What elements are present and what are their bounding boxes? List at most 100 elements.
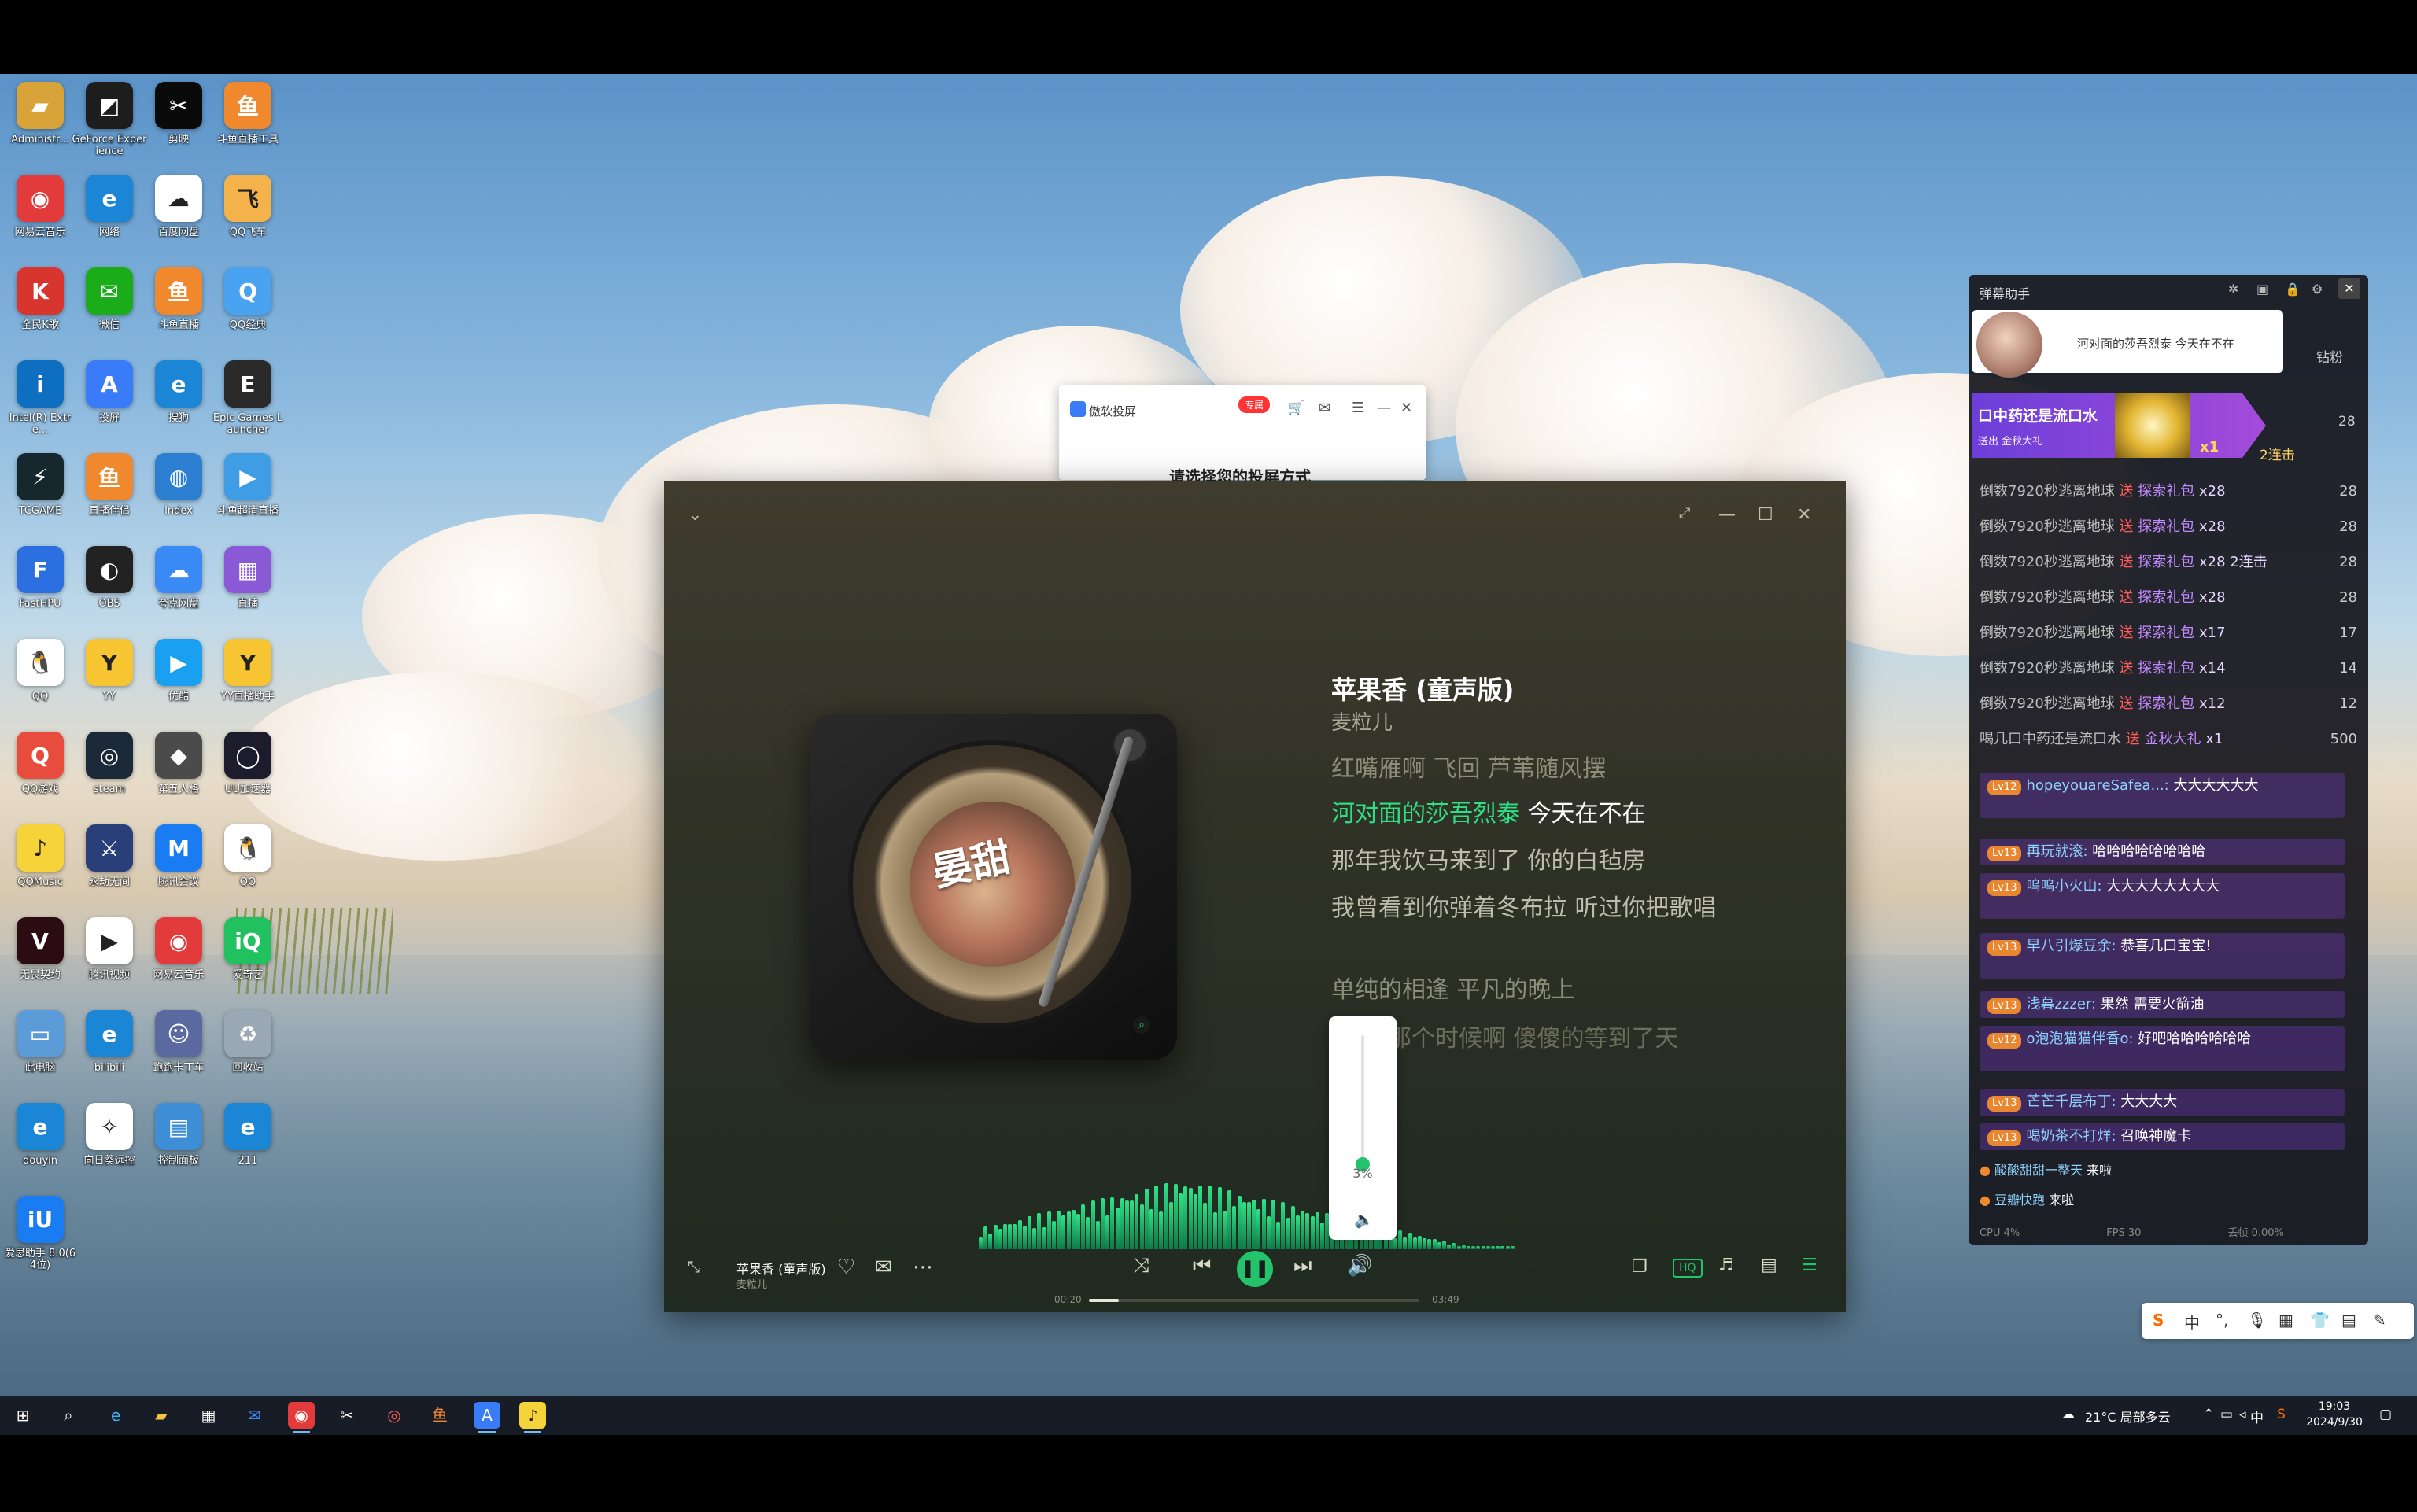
maximize-icon[interactable]: ☐	[1758, 505, 1773, 525]
volume-tray-icon[interactable]: ◃	[2239, 1407, 2246, 1422]
skin-icon[interactable]: 👕	[2310, 1311, 2330, 1329]
desktop-icon[interactable]: ◎ steam	[76, 732, 143, 820]
cast-popup-window[interactable]: 傲软投屏 专属 🛒 ✉ ☰ — ✕ 请选择您的投屏方式	[1059, 385, 1426, 486]
desktop-icon[interactable]: ▦ 直播	[214, 546, 282, 634]
desktop-icon[interactable]: e 网络	[76, 175, 143, 263]
comment-icon[interactable]: ✉	[875, 1256, 892, 1279]
start-windows-icon[interactable]: ⊞	[9, 1402, 36, 1429]
lyrics-icon[interactable]: ▤	[1761, 1256, 1777, 1275]
desktop-icon[interactable]: ◆ 第五人格	[145, 732, 212, 820]
desktop-icon[interactable]: K 全民K歌	[6, 267, 74, 356]
desktop-icon[interactable]: iQ 爱奇艺	[214, 917, 282, 1005]
mail-icon[interactable]: ✉	[241, 1402, 268, 1429]
copy-icon[interactable]: ❐	[1632, 1257, 1648, 1277]
notification-icon[interactable]: ✉	[1319, 400, 1330, 416]
punctuation-icon[interactable]: °,	[2216, 1311, 2228, 1329]
desktop-icon[interactable]: Q QQ经典	[214, 267, 282, 356]
desktop-icon[interactable]: ▤ 控制面板	[145, 1103, 212, 1191]
desktop-icon[interactable]: ☁ 百度网盘	[145, 175, 212, 263]
qq-music-icon[interactable]: ♪	[519, 1402, 546, 1433]
layout-icon[interactable]: ▣	[2256, 282, 2268, 297]
progress-bar[interactable]	[1089, 1299, 1419, 1302]
weather-icon[interactable]: ☁	[2061, 1407, 2075, 1422]
close-icon[interactable]: ✕	[1400, 400, 1412, 416]
desktop-icon[interactable]: ✉ 微信	[76, 267, 143, 356]
desktop-icon[interactable]: ✂ 剪映	[145, 82, 212, 170]
minimize-icon[interactable]: —	[1377, 400, 1391, 416]
close-icon[interactable]: ✕	[1797, 505, 1811, 525]
desktop-icon[interactable]: ▶ 腾讯视频	[76, 917, 143, 1005]
desktop-icon[interactable]: 飞 QQ飞车	[214, 175, 282, 263]
sogou-logo-icon[interactable]: S	[2153, 1311, 2164, 1329]
desktop-icon[interactable]: ◍ Index	[145, 453, 212, 541]
cast-icon[interactable]: A	[474, 1402, 500, 1433]
weather-text[interactable]: 21°C 局部多云	[2085, 1407, 2171, 1425]
edge-icon[interactable]: e	[102, 1402, 129, 1429]
clock[interactable]: 19:03 2024/9/30	[2305, 1399, 2363, 1430]
desktop-icon[interactable]: ♪ QQMusic	[6, 824, 74, 913]
volume-icon[interactable]: 🔊	[1347, 1254, 1372, 1278]
desktop-icon[interactable]: Y YY直播助手	[214, 639, 282, 727]
record-icon[interactable]: ◎	[381, 1402, 408, 1429]
minimize-icon[interactable]: —	[1718, 505, 1736, 525]
next-track-icon[interactable]: ⏭	[1293, 1254, 1312, 1278]
network-icon[interactable]: ▭	[2220, 1407, 2233, 1422]
gear-icon[interactable]: ⚙	[2312, 282, 2323, 297]
desktop-icon[interactable]: e 搜狗	[145, 360, 212, 448]
notification-center-icon[interactable]: ▢	[2379, 1407, 2392, 1422]
douyu-icon[interactable]: 鱼	[426, 1402, 453, 1429]
desktop-icon[interactable]: ♻ 回收站	[214, 1010, 282, 1098]
tray-expand-icon[interactable]: ⌃	[2203, 1407, 2214, 1422]
desktop-icon[interactable]: ◉ 网易云音乐	[145, 917, 212, 1005]
desktop-icon[interactable]: E Epic Games Launcher	[213, 360, 282, 448]
desktop-icon[interactable]: ✧ 向日葵远控	[76, 1103, 143, 1191]
desktop-icon[interactable]: iU 爱思助手 8.0(64位)	[5, 1196, 76, 1284]
desktop-icon[interactable]: 🐧 QQ	[214, 824, 282, 913]
desktop-icon[interactable]: ▰ Administr...	[6, 82, 74, 170]
sogou-tray-icon[interactable]: S	[2277, 1407, 2286, 1422]
netease-music-icon[interactable]: ◉	[288, 1402, 315, 1433]
desktop-icon[interactable]: e douyin	[6, 1103, 74, 1191]
desktop-icon[interactable]: 鱼斗鱼直播	[145, 267, 212, 356]
file-explorer-icon[interactable]: ▰	[148, 1402, 175, 1429]
desktop-icon[interactable]: ☺ 跑跑卡丁车	[145, 1010, 212, 1098]
close-button[interactable]: ✕	[2338, 278, 2360, 299]
mic-icon[interactable]: 🎙	[2247, 1311, 2267, 1329]
keyboard-icon[interactable]: ▦	[2279, 1311, 2293, 1329]
desktop-icon[interactable]: ▭ 此电脑	[6, 1010, 74, 1098]
search-icon[interactable]: ⌕	[55, 1402, 82, 1429]
more-options-icon[interactable]: ⋯	[913, 1256, 933, 1279]
volume-track[interactable]	[1361, 1035, 1364, 1169]
speaker-icon[interactable]: 🔈	[1354, 1210, 1374, 1229]
input-language[interactable]: 中	[2250, 1407, 2264, 1426]
toolbox-icon[interactable]: ▤	[2341, 1311, 2356, 1329]
desktop-icon[interactable]: M 腾讯会议	[145, 824, 212, 913]
sound-effect-icon[interactable]: ♬	[1718, 1256, 1734, 1275]
store-icon[interactable]: ▦	[195, 1402, 222, 1429]
desktop-icon[interactable]: A 投屏	[76, 360, 143, 448]
settings-icon[interactable]: ✲	[2228, 282, 2238, 297]
mini-song-title[interactable]: 苹果香 (童声版)	[736, 1259, 826, 1278]
desktop-icon[interactable]: Q QQ游戏	[6, 732, 74, 820]
handwriting-icon[interactable]: ✎	[2373, 1311, 2386, 1329]
menu-icon[interactable]: ☰	[1352, 400, 1364, 416]
song-artist[interactable]: 麦粒儿	[1331, 706, 1393, 736]
shuffle-icon[interactable]: ⤨	[1133, 1254, 1149, 1278]
capcut-icon[interactable]: ✂	[334, 1402, 360, 1429]
previous-track-icon[interactable]: ⏮	[1193, 1254, 1211, 1278]
desktop-icon[interactable]: ◉ 网易云音乐	[6, 175, 74, 263]
lock-icon[interactable]: 🔒	[2285, 282, 2301, 297]
sound-quality-badge[interactable]: HQ	[1673, 1259, 1703, 1278]
like-heart-icon[interactable]: ♡	[837, 1256, 855, 1279]
chinese-mode-icon[interactable]: 中	[2184, 1311, 2200, 1333]
collapse-player-icon[interactable]: ⤡	[688, 1257, 700, 1276]
desktop-icon[interactable]: 🐧 QQ	[6, 639, 74, 727]
playlist-icon[interactable]: ☰	[1802, 1256, 1817, 1275]
desktop-icon[interactable]: 鱼直播伴侣	[76, 453, 143, 541]
cart-icon[interactable]: 🛒	[1287, 400, 1304, 416]
desktop-icon[interactable]: Y YY	[76, 639, 143, 727]
desktop-icon[interactable]: 鱼斗鱼直播工具	[214, 82, 282, 170]
desktop-icon[interactable]: ◐ OBS	[76, 546, 143, 634]
mini-song-artist[interactable]: 麦粒儿	[736, 1276, 767, 1291]
desktop-icon[interactable]: ▶ 斗鱼超清直播	[214, 453, 282, 541]
